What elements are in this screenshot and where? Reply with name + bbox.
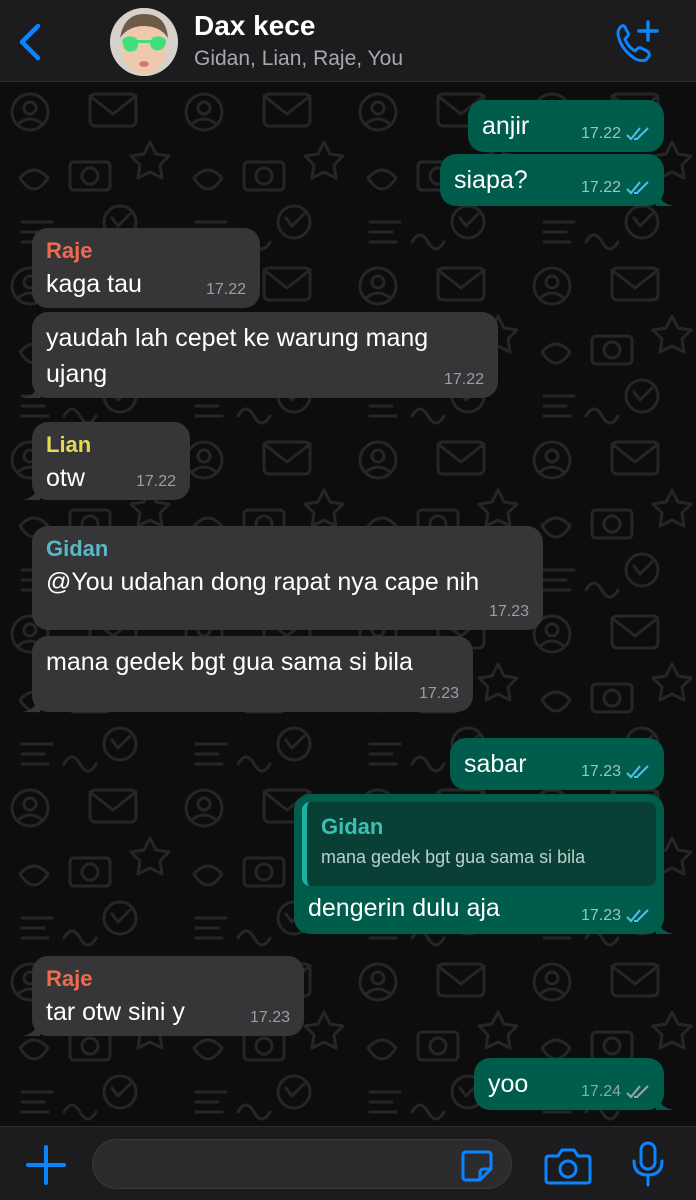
- message-bubble-incoming[interactable]: Lian otw 17.22: [22, 422, 190, 500]
- message-meta: 17.23: [581, 763, 650, 781]
- double-check-delivered-icon: [626, 1085, 649, 1099]
- message-meta: 17.23: [581, 907, 650, 925]
- message-meta: 17.23: [250, 1009, 290, 1027]
- quoted-sender: Gidan: [321, 814, 384, 839]
- message-bubble-incoming[interactable]: mana gedek bgt gua sama si bila 17.23: [22, 636, 473, 712]
- bubble-tail: [656, 1094, 674, 1110]
- message-meta: 17.22: [136, 473, 176, 491]
- double-check-read-icon: [626, 909, 649, 923]
- chat-title[interactable]: Dax kece: [194, 10, 315, 42]
- add-call-icon: [616, 20, 659, 63]
- message-text: yaudah lah cepet ke warung mang ujang: [46, 324, 429, 388]
- message-time: 17.22: [580, 125, 621, 142]
- message-bubble-outgoing[interactable]: Gidan mana gedek bgt gua sama si bila de…: [294, 794, 674, 934]
- message-bubble-incoming[interactable]: Raje tar otw sini y 17.23: [22, 956, 304, 1036]
- message-meta: 17.22: [444, 371, 484, 389]
- message-meta: 17.22: [581, 125, 650, 143]
- message-sender[interactable]: Lian: [46, 430, 176, 460]
- add-call-button[interactable]: [612, 18, 662, 64]
- bubble-tail: [22, 696, 40, 712]
- message-time: 17.23: [580, 907, 621, 924]
- message-bubble-outgoing[interactable]: sabar 17.23: [450, 738, 664, 790]
- message-time: 17.22: [135, 473, 176, 490]
- avatar-image: [110, 8, 178, 76]
- bubble-tail: [656, 918, 674, 934]
- message-text: dengerin dulu aja: [308, 894, 500, 922]
- message-input[interactable]: [92, 1139, 512, 1189]
- message-time: 17.23: [488, 603, 529, 620]
- message-time: 17.24: [580, 1083, 621, 1100]
- message-meta: 17.22: [206, 281, 246, 299]
- back-button[interactable]: [12, 20, 48, 64]
- message-time: 17.23: [249, 1009, 290, 1026]
- message-bubble-outgoing[interactable]: yoo 17.24: [474, 1058, 674, 1110]
- camera-icon: [544, 1148, 592, 1185]
- message-meta: 17.22: [581, 179, 650, 197]
- attach-button[interactable]: [24, 1143, 68, 1187]
- message-time: 17.23: [580, 763, 621, 780]
- message-sender[interactable]: Raje: [46, 236, 246, 266]
- message-bubble-outgoing[interactable]: anjir 17.22: [468, 100, 664, 152]
- message-time: 17.22: [443, 371, 484, 388]
- message-bubble-outgoing[interactable]: siapa? 17.22: [440, 154, 674, 206]
- chat-area[interactable]: anjir 17.22 siapa? 17.22 Raje kaga tau 1…: [0, 82, 696, 1126]
- message-bubble-incoming[interactable]: Gidan @You udahan dong rapat nya cape ni…: [32, 526, 543, 630]
- quoted-text: mana gedek bgt gua sama si bila: [321, 847, 586, 867]
- message-sender[interactable]: Gidan: [46, 534, 529, 564]
- message-bubble-incoming[interactable]: Raje kaga tau 17.22: [32, 228, 260, 308]
- message-time: 17.23: [418, 685, 459, 702]
- message-bubble-incoming[interactable]: yaudah lah cepet ke warung mang ujang 17…: [22, 312, 498, 398]
- bubble-tail: [22, 382, 40, 398]
- message-time: 17.22: [205, 281, 246, 298]
- message-sender[interactable]: Raje: [46, 964, 290, 994]
- quoted-message[interactable]: Gidan mana gedek bgt gua sama si bila: [302, 802, 656, 886]
- message-time: 17.22: [580, 179, 621, 196]
- message-meta: 17.23: [489, 603, 529, 621]
- bubble-tail: [22, 484, 40, 500]
- chat-members[interactable]: Gidan, Lian, Raje, You: [194, 47, 403, 71]
- chat-header: Dax kece Gidan, Lian, Raje, You: [0, 0, 696, 82]
- double-check-read-icon: [626, 765, 649, 779]
- message-text: @You udahan dong rapat nya cape nih: [46, 568, 480, 596]
- composer-bar: [0, 1126, 696, 1200]
- chevron-left-icon: [19, 23, 41, 61]
- double-check-read-icon: [626, 127, 649, 141]
- sticker-button[interactable]: [460, 1149, 494, 1183]
- bubble-tail: [656, 190, 674, 206]
- double-check-read-icon: [626, 181, 649, 195]
- group-avatar[interactable]: [110, 8, 178, 76]
- microphone-icon: [632, 1141, 664, 1187]
- camera-button[interactable]: [544, 1147, 592, 1185]
- bubble-tail: [22, 1020, 40, 1036]
- message-meta: 17.23: [419, 685, 459, 703]
- sticker-icon: [461, 1150, 493, 1182]
- message-text: mana gedek bgt gua sama si bila: [46, 648, 413, 676]
- plus-icon: [26, 1145, 66, 1185]
- microphone-button[interactable]: [630, 1141, 666, 1187]
- message-meta: 17.24: [581, 1083, 650, 1101]
